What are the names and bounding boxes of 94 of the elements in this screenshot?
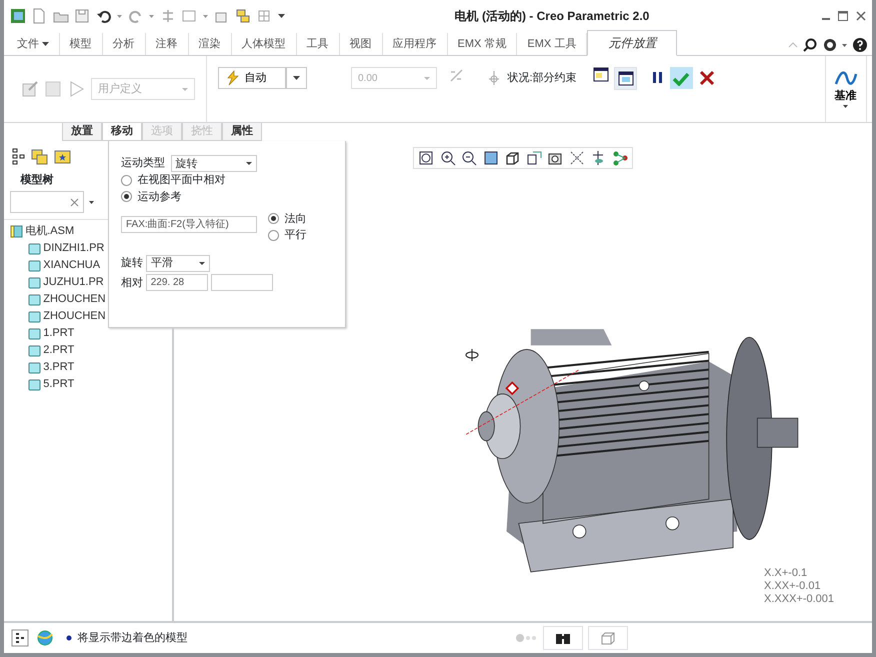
help-icon[interactable] bbox=[852, 38, 866, 52]
globe-icon[interactable] bbox=[35, 628, 55, 648]
window-icon[interactable] bbox=[593, 67, 612, 83]
tree-item[interactable]: JUZHU1.PR bbox=[43, 274, 104, 290]
ribbon-tab[interactable]: 视图 bbox=[340, 32, 382, 55]
tree-item[interactable]: ZHOUCHEN bbox=[43, 308, 106, 324]
zoom-in-icon[interactable] bbox=[440, 150, 456, 166]
panel-tab[interactable]: 放置 bbox=[62, 123, 102, 141]
file-menu[interactable]: 文件 bbox=[6, 32, 60, 55]
zoom-fit-icon[interactable] bbox=[418, 150, 434, 166]
tree-item[interactable]: ZHOUCHEN bbox=[43, 290, 106, 308]
lightning-icon bbox=[225, 70, 239, 86]
nodes-icon[interactable] bbox=[612, 150, 628, 166]
value-field[interactable] bbox=[210, 274, 272, 292]
part-icon bbox=[28, 242, 40, 254]
window-title: 电机 (活动的) - Creo Parametric 2.0 bbox=[454, 8, 650, 25]
status-text: 状况:部分约束 bbox=[508, 70, 577, 86]
undo-icon[interactable] bbox=[96, 8, 112, 24]
caret-icon bbox=[424, 76, 430, 80]
tolerance-text: X.XXX+-0.001 bbox=[764, 593, 834, 606]
panel-tab[interactable]: 移动 bbox=[102, 123, 142, 141]
radio-option[interactable]: 在视图平面中相对 bbox=[121, 172, 333, 188]
zoom-out-icon[interactable] bbox=[461, 150, 478, 166]
bullet-icon bbox=[66, 635, 72, 641]
tree-item[interactable]: DINZHI1.PR bbox=[43, 240, 104, 256]
datum-button[interactable]: 基准 bbox=[824, 56, 866, 122]
window-icon[interactable] bbox=[618, 70, 634, 86]
ribbon-tab[interactable]: 渲染 bbox=[188, 32, 232, 55]
ribbon-tab[interactable]: 工具 bbox=[296, 32, 340, 55]
box-icon[interactable] bbox=[600, 630, 616, 646]
status-message: 将显示带边着色的模型 bbox=[78, 630, 188, 646]
tolerance-text: X.X+-0.1 bbox=[764, 567, 808, 580]
tree-title: 模型树 bbox=[20, 174, 54, 186]
relative-field[interactable]: 229. 28 bbox=[146, 274, 208, 292]
radio-option[interactable]: 平行 bbox=[268, 227, 306, 244]
rotation-dropdown[interactable]: 平滑 bbox=[146, 254, 210, 272]
search-icon[interactable] bbox=[803, 38, 817, 52]
tree-item[interactable]: 3.PRT bbox=[43, 358, 74, 376]
motion-type-dropdown[interactable]: 旋转 bbox=[170, 155, 256, 172]
cancel-icon[interactable] bbox=[698, 70, 715, 86]
part-icon bbox=[28, 292, 40, 306]
radio-option[interactable]: 运动参考 bbox=[121, 188, 333, 205]
auto-button[interactable]: 自动 bbox=[218, 67, 286, 89]
tree-item[interactable]: XIANCHUA bbox=[43, 256, 100, 274]
save-icon[interactable] bbox=[74, 8, 90, 24]
ribbon-tab[interactable]: 模型 bbox=[60, 32, 102, 55]
part-icon bbox=[28, 344, 40, 356]
ribbon-tab[interactable]: 分析 bbox=[102, 32, 146, 55]
tree-item[interactable]: 电机.ASM bbox=[25, 222, 74, 240]
part-icon bbox=[28, 326, 40, 340]
field-label: 运动类型 bbox=[121, 156, 165, 172]
part-icon bbox=[28, 258, 40, 272]
ribbon-tab[interactable]: 应用程序 bbox=[382, 32, 448, 55]
caret-icon[interactable] bbox=[842, 44, 847, 47]
document-icon[interactable] bbox=[31, 8, 47, 24]
ribbon-tab[interactable]: 元件放置 bbox=[587, 30, 678, 56]
tree-item[interactable]: 1.PRT bbox=[43, 324, 74, 342]
reference-field[interactable]: FAX:曲面:F2(导入特征) bbox=[121, 216, 257, 233]
caret-icon[interactable] bbox=[278, 14, 284, 18]
filter-field[interactable] bbox=[10, 191, 84, 214]
panel-tab[interactable]: 属性 bbox=[222, 123, 262, 141]
radio-option[interactable]: 法向 bbox=[268, 210, 306, 227]
pause-icon[interactable] bbox=[651, 70, 664, 86]
caret-icon bbox=[182, 88, 188, 90]
part-icon bbox=[28, 276, 40, 288]
app-logo-icon[interactable] bbox=[10, 8, 26, 24]
rotate-cursor-icon bbox=[464, 348, 480, 362]
maximize-icon[interactable] bbox=[837, 10, 849, 22]
field-label: 旋转 bbox=[121, 256, 143, 271]
layers-icon[interactable] bbox=[234, 8, 250, 24]
ribbon-tab[interactable]: EMX 常规 bbox=[448, 32, 518, 55]
caret-icon[interactable] bbox=[89, 200, 94, 204]
tolerance-text: X.XX+-0.01 bbox=[764, 580, 822, 593]
tree-item[interactable]: 2.PRT bbox=[43, 342, 74, 358]
clear-icon[interactable] bbox=[70, 198, 78, 207]
part-icon bbox=[28, 360, 40, 374]
progress-dots-icon bbox=[515, 633, 537, 643]
tree-item[interactable]: 5.PRT bbox=[43, 376, 74, 392]
part-icon bbox=[28, 310, 40, 322]
cube-icon[interactable] bbox=[504, 150, 520, 166]
tree-icon[interactable] bbox=[10, 628, 30, 648]
caret-icon bbox=[42, 42, 48, 46]
part-icon bbox=[28, 378, 40, 390]
close-icon[interactable] bbox=[854, 10, 866, 22]
caret-icon bbox=[246, 162, 252, 165]
caret-icon bbox=[843, 104, 848, 108]
caret-icon bbox=[198, 262, 205, 264]
tree-icon[interactable] bbox=[10, 146, 28, 166]
move-axes-icon bbox=[486, 70, 502, 86]
ribbon-tab[interactable]: 人体模型 bbox=[232, 32, 296, 55]
ribbon-tab[interactable]: 注释 bbox=[146, 32, 188, 55]
folders-icon[interactable] bbox=[30, 146, 50, 166]
field-label: 相对 bbox=[121, 276, 143, 290]
assembly-icon bbox=[10, 224, 22, 238]
